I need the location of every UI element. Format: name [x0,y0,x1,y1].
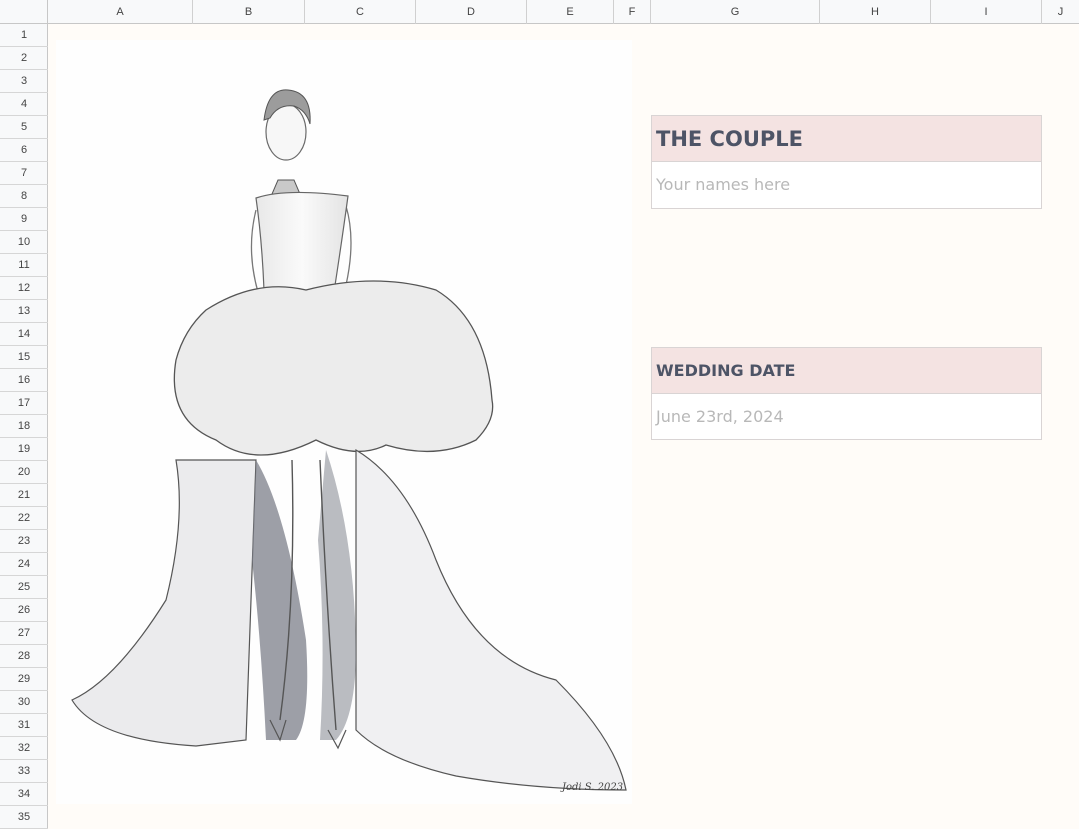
row-header-8[interactable]: 8 [0,185,48,208]
row-header-32[interactable]: 32 [0,737,48,760]
row-header-11[interactable]: 11 [0,254,48,277]
row-header-4[interactable]: 4 [0,93,48,116]
row-header-14[interactable]: 14 [0,323,48,346]
row-header-19[interactable]: 19 [0,438,48,461]
column-header-h[interactable]: H [820,0,931,24]
row-header-28[interactable]: 28 [0,645,48,668]
row-header-29[interactable]: 29 [0,668,48,691]
row-header-15[interactable]: 15 [0,346,48,369]
column-header-e[interactable]: E [527,0,614,24]
couple-card: THE COUPLE Your names here [651,115,1042,209]
column-header-c[interactable]: C [305,0,416,24]
column-header-bar: A B C D E F G H I J [0,0,1079,24]
dress-sketch-image[interactable]: Jodi S. 2023 [56,40,632,804]
row-header-10[interactable]: 10 [0,231,48,254]
artist-signature: Jodi S. 2023 [560,782,623,793]
wedding-date-input[interactable]: June 23rd, 2024 [652,394,1041,439]
row-header-2[interactable]: 2 [0,47,48,70]
row-header-13[interactable]: 13 [0,300,48,323]
row-header-33[interactable]: 33 [0,760,48,783]
row-header-31[interactable]: 31 [0,714,48,737]
column-header-g[interactable]: G [651,0,820,24]
row-header-9[interactable]: 9 [0,208,48,231]
row-header-7[interactable]: 7 [0,162,48,185]
row-header-23[interactable]: 23 [0,530,48,553]
row-header-5[interactable]: 5 [0,116,48,139]
wedding-date-title: WEDDING DATE [652,348,1041,394]
row-header-25[interactable]: 25 [0,576,48,599]
row-header-bar: 1 2 3 4 5 6 7 8 9 10 11 12 13 14 15 16 17 18 19 20 21 22 23 24 2… [0,24,48,829]
column-header-f[interactable]: F [614,0,651,24]
wedding-date-card: WEDDING DATE June 23rd, 2024 [651,347,1042,440]
row-header-12[interactable]: 12 [0,277,48,300]
row-header-1[interactable]: 1 [0,24,48,47]
column-header-b[interactable]: B [193,0,305,24]
row-header-20[interactable]: 20 [0,461,48,484]
column-header-i[interactable]: I [931,0,1042,24]
row-header-26[interactable]: 26 [0,599,48,622]
dress-sketch-drawing: Jodi S. 2023 [71,89,627,793]
select-all-corner[interactable] [0,0,48,24]
row-header-27[interactable]: 27 [0,622,48,645]
column-header-j[interactable]: J [1042,0,1079,24]
row-header-24[interactable]: 24 [0,553,48,576]
row-header-22[interactable]: 22 [0,507,48,530]
row-header-16[interactable]: 16 [0,369,48,392]
row-header-21[interactable]: 21 [0,484,48,507]
couple-title: THE COUPLE [652,116,1041,162]
couple-names-input[interactable]: Your names here [652,162,1041,207]
row-header-3[interactable]: 3 [0,70,48,93]
row-header-30[interactable]: 30 [0,691,48,714]
row-header-6[interactable]: 6 [0,139,48,162]
column-header-d[interactable]: D [416,0,527,24]
column-header-a[interactable]: A [48,0,193,24]
row-header-18[interactable]: 18 [0,415,48,438]
row-header-35[interactable]: 35 [0,806,48,829]
row-header-34[interactable]: 34 [0,783,48,806]
row-header-17[interactable]: 17 [0,392,48,415]
